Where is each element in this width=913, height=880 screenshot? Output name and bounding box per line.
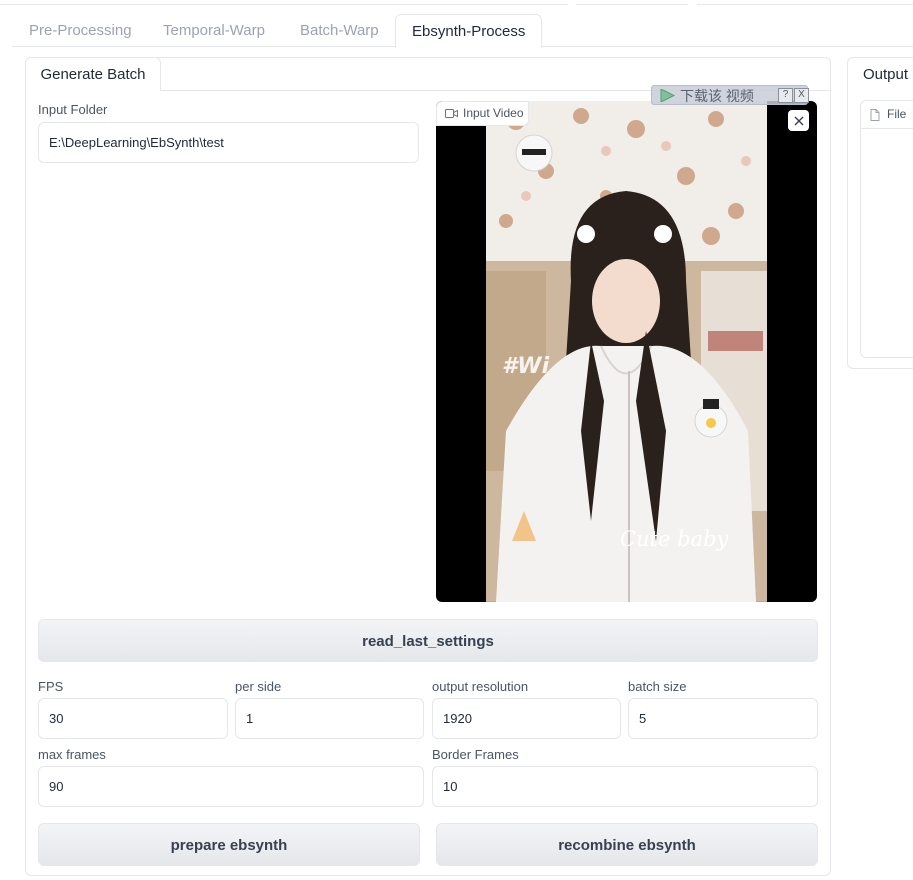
output-file-box[interactable]: File	[860, 100, 913, 358]
border-frames-label: Border Frames	[432, 747, 519, 762]
tab-batch-warp[interactable]: Batch-Warp	[300, 14, 379, 47]
video-caption: Cute baby	[620, 527, 729, 551]
tab-temporal-warp[interactable]: Temporal-Warp	[163, 14, 265, 47]
input-folder-field[interactable]: E:\DeepLearning\EbSynth\test	[38, 122, 419, 163]
banner-help-button[interactable]: ?	[778, 88, 793, 103]
tab-generate-batch[interactable]: Generate Batch	[25, 57, 161, 91]
top-edge	[0, 0, 913, 5]
tab-pre-processing[interactable]: Pre-Processing	[29, 14, 132, 47]
input-folder-label: Input Folder	[38, 102, 108, 117]
per-side-input[interactable]: 1	[235, 698, 424, 739]
input-video-label: Input Video	[436, 101, 529, 126]
batch-size-input[interactable]: 5	[628, 698, 818, 739]
file-label: File	[887, 107, 907, 121]
close-icon	[794, 116, 803, 125]
play-icon	[660, 89, 676, 102]
file-header: File	[861, 101, 913, 129]
video-frame: #Wi Cute baby	[486, 101, 767, 602]
tab-ebsynth-process[interactable]: Ebsynth-Process	[395, 14, 543, 48]
border-frames-input[interactable]: 10	[432, 766, 818, 807]
output-title: Output	[863, 66, 909, 83]
output-resolution-input[interactable]: 1920	[432, 698, 621, 739]
fps-label: FPS	[38, 679, 64, 694]
video-close-button[interactable]	[788, 110, 809, 131]
banner-close-button[interactable]: X	[794, 88, 809, 103]
video-camera-icon	[445, 109, 458, 118]
read-last-settings-button[interactable]: read_last_settings	[38, 619, 818, 662]
file-icon	[870, 109, 880, 121]
prepare-ebsynth-button[interactable]: prepare ebsynth	[38, 823, 420, 866]
max-frames-input[interactable]: 90	[38, 766, 424, 807]
batch-size-label: batch size	[628, 679, 687, 694]
output-resolution-label: output resolution	[432, 679, 529, 694]
recombine-ebsynth-button[interactable]: recombine ebsynth	[436, 823, 818, 866]
download-video-banner[interactable]: 下载该 视频 ? X	[651, 85, 809, 105]
max-frames-label: max frames	[38, 747, 106, 762]
per-side-label: per side	[235, 679, 282, 694]
video-overlay-text: #Wi	[502, 354, 550, 379]
fps-input[interactable]: 30	[38, 698, 228, 739]
